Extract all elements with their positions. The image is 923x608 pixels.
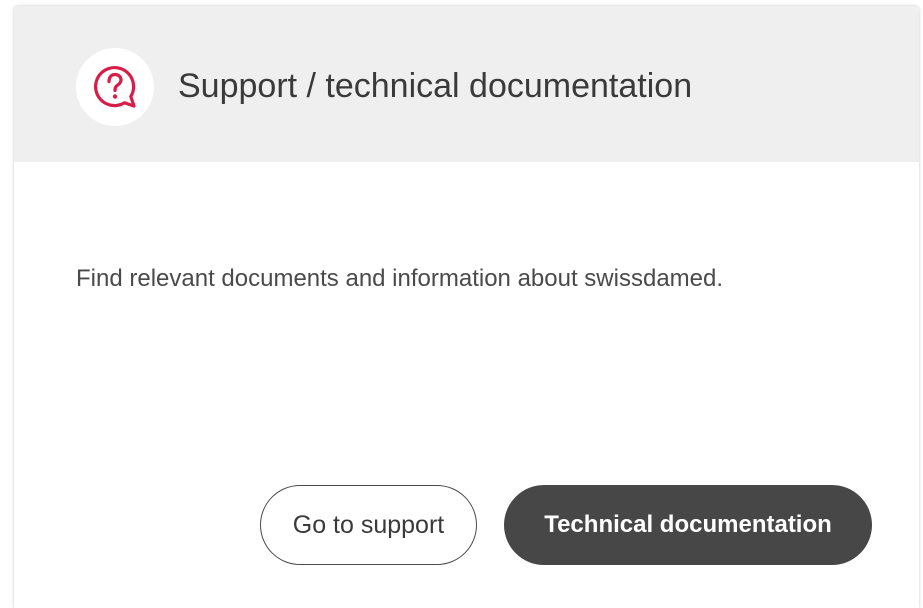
card-body: Find relevant documents and information … xyxy=(14,162,919,608)
technical-documentation-button[interactable]: Technical documentation xyxy=(504,485,872,565)
card-header: Support / technical documentation xyxy=(14,6,919,162)
card-title: Support / technical documentation xyxy=(178,67,693,105)
icon-badge xyxy=(76,48,154,126)
card-description: Find relevant documents and information … xyxy=(76,265,724,292)
question-speech-bubble-icon xyxy=(94,66,136,108)
go-to-support-button[interactable]: Go to support xyxy=(260,485,477,565)
support-card: Support / technical documentation Find r… xyxy=(14,6,919,608)
